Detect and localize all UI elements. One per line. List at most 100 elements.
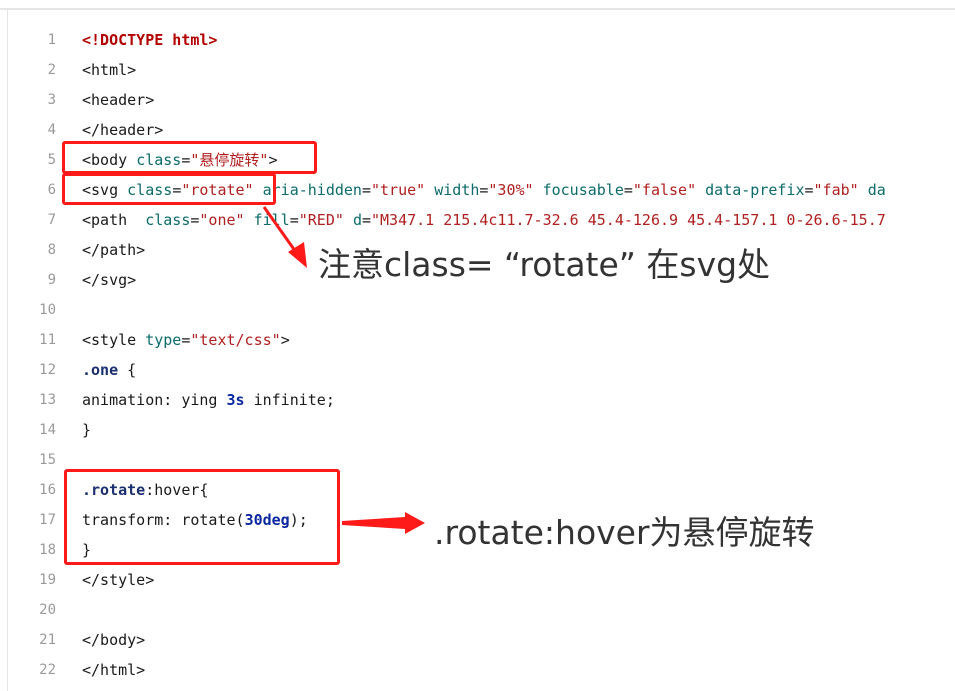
line-number: 22 — [39, 662, 56, 678]
highlight-box-body-class — [62, 141, 317, 174]
code-token: { — [118, 361, 137, 379]
code-token: class — [145, 211, 191, 229]
line-number: 1 — [47, 32, 56, 48]
code-line: 10 — [0, 295, 955, 325]
code-line: 20 — [0, 595, 955, 625]
code-token: "text/css" — [190, 331, 281, 349]
code-token: "one" — [199, 211, 245, 229]
code-token: = — [361, 181, 371, 199]
code-token: = — [289, 211, 299, 229]
highlight-box-svg-class — [62, 173, 276, 205]
code-token: width — [434, 181, 480, 199]
code-token: </html> — [82, 661, 146, 679]
code-text: <html> — [82, 55, 136, 85]
code-line: 12 .one { — [0, 355, 955, 385]
line-number: 2 — [47, 62, 56, 78]
code-token: d — [352, 211, 362, 229]
code-token: "M347.1 215.4c11.7-32.6 45.4-126.9 45.4-… — [371, 211, 886, 229]
code-line: 19 </style> — [0, 565, 955, 595]
code-text: } — [82, 415, 91, 445]
code-token: } — [82, 421, 92, 439]
code-token: <!DOCTYPE html> — [82, 31, 218, 49]
code-token: "30%" — [488, 181, 534, 199]
code-token: animation: ying — [82, 391, 227, 409]
code-token: "false" — [632, 181, 697, 199]
line-number: 19 — [39, 572, 56, 588]
code-token: .one — [82, 361, 119, 379]
code-token: <style — [82, 331, 146, 349]
code-token: = — [804, 181, 814, 199]
code-token: = — [361, 211, 371, 229]
line-number: 13 — [39, 392, 56, 408]
top-divider — [0, 8, 955, 10]
code-text: animation: ying 3s infinite; — [82, 385, 335, 415]
code-token: </path> — [82, 241, 146, 259]
code-text: </svg> — [82, 265, 136, 295]
line-number: 20 — [39, 602, 56, 618]
code-line: 22 </html> — [0, 655, 955, 685]
line-number: 9 — [47, 272, 56, 288]
line-number: 16 — [39, 482, 56, 498]
code-line: 1 <!DOCTYPE html> — [0, 25, 955, 55]
code-token: infinite; — [244, 391, 335, 409]
code-text: </path> — [82, 235, 145, 265]
highlight-box-hover-rule — [64, 469, 340, 565]
line-number: 3 — [47, 92, 56, 108]
code-line: 13 animation: ying 3s infinite; — [0, 385, 955, 415]
code-token: data-prefix — [705, 181, 805, 199]
code-token: = — [623, 181, 633, 199]
code-token: </header> — [82, 121, 164, 139]
code-token: </svg> — [82, 271, 137, 289]
code-line: 14} — [0, 415, 955, 445]
code-line: 21 </body> — [0, 625, 955, 655]
code-token: </body> — [82, 631, 146, 649]
line-number: 18 — [39, 542, 56, 558]
code-token: focusable — [542, 181, 624, 199]
code-text: </style> — [82, 565, 154, 595]
code-token: 3s — [226, 391, 245, 409]
annotation-hover: .rotate:hover为悬停旋转 — [434, 513, 815, 552]
code-text: </html> — [82, 655, 145, 685]
code-token: aria-hidden — [262, 181, 362, 199]
code-text: <!DOCTYPE html> — [82, 25, 217, 55]
code-line: 3 <header> — [0, 85, 955, 115]
line-number: 15 — [39, 452, 56, 468]
line-number: 11 — [39, 332, 56, 348]
code-line: 7 <path class="one" fill="RED" d="M347.1 … — [0, 205, 955, 235]
annotation-class-rotate: 注意class= “rotate” 在svg处 — [318, 245, 771, 284]
line-number: 12 — [39, 362, 56, 378]
code-token: <path — [82, 211, 146, 229]
line-number: 7 — [47, 212, 56, 228]
code-line: 11 <style type="text/css"> — [0, 325, 955, 355]
code-token: da — [867, 181, 886, 199]
code-line: 2 <html> — [0, 55, 955, 85]
code-text: <header> — [82, 85, 154, 115]
code-token: "fab" — [813, 181, 859, 199]
line-number: 5 — [47, 152, 56, 168]
code-token: type — [145, 331, 182, 349]
line-number: 10 — [39, 302, 56, 318]
line-number: 4 — [47, 122, 56, 138]
line-number: 21 — [39, 632, 56, 648]
line-number: 8 — [47, 242, 56, 258]
code-token: </style> — [82, 571, 155, 589]
line-number: 14 — [39, 422, 56, 438]
code-text: <style type="text/css"> — [82, 325, 290, 355]
code-token: fill — [253, 211, 290, 229]
code-text: <path class="one" fill="RED" d="M347.1 2… — [82, 205, 886, 235]
line-number: 17 — [39, 512, 56, 528]
code-token: <header> — [82, 91, 155, 109]
code-token: "RED" — [298, 211, 344, 229]
line-number: 6 — [47, 182, 56, 198]
code-text: </body> — [82, 625, 145, 655]
code-token: > — [280, 331, 290, 349]
code-token: <html> — [82, 61, 137, 79]
code-block: 1 <!DOCTYPE html> 2 <html> 3 <header> 4 </heade… — [0, 25, 955, 685]
code-text: .one { — [82, 355, 136, 385]
